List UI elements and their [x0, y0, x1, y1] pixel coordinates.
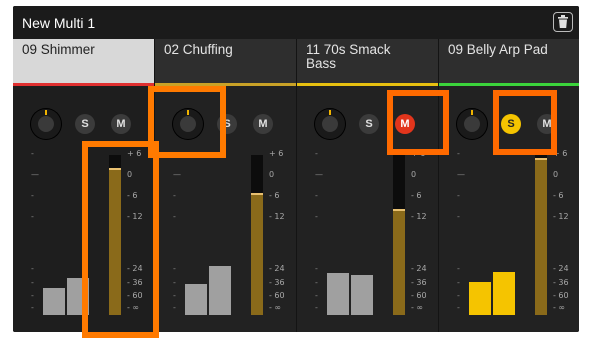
meter-scale-label: - 60 [269, 291, 285, 300]
meter-tick: - [31, 303, 34, 312]
meter-scale-label: 0 [411, 170, 417, 179]
level-meter-peak [535, 158, 547, 160]
meter-tick: - [457, 191, 460, 200]
meter-tick: - [315, 149, 318, 158]
meter-tick: - [173, 291, 176, 300]
mute-button[interactable]: M [111, 114, 131, 134]
meter-tick: — [315, 170, 323, 179]
highlight-solo-box [493, 90, 557, 155]
solo-button[interactable]: S [75, 114, 95, 134]
highlight-knob-box [148, 86, 226, 158]
meter-tick: - [457, 264, 460, 273]
title-bar: New Multi 1 [13, 6, 579, 39]
mute-button[interactable]: M [253, 114, 273, 134]
meter-scale-label: - 24 [269, 264, 285, 273]
tab-channel[interactable]: 09 Belly Arp Pad [439, 39, 579, 83]
channel-strip: 02 Chuffing S M - — - - - - - - + 60- 6- 12- 24- 36… [155, 39, 296, 332]
highlight-meter-box [82, 141, 159, 338]
meter-tick: - [315, 303, 318, 312]
meter-tick: - [457, 278, 460, 287]
meter-scale-label: - 36 [553, 278, 569, 287]
meter-tick: - [31, 212, 34, 221]
meter-tick: - [173, 264, 176, 273]
meter-tick: - [173, 303, 176, 312]
level-bar [209, 266, 231, 315]
meter-scale-label: - 12 [553, 212, 569, 221]
channel-strip: 11 70s Smack Bass S M - — - - - - - - + 60- 6- 12- 2… [297, 39, 438, 332]
tab-channel[interactable]: 09 Shimmer [13, 39, 154, 83]
meter-tick: - [173, 212, 176, 221]
meter-tick: - [31, 278, 34, 287]
channel-color-line [297, 83, 438, 86]
meter-scale-label: - 6 [411, 191, 422, 200]
meter-scale-label: - 6 [269, 191, 280, 200]
channel-name-line2: Bass [306, 56, 337, 71]
knob-indicator [471, 110, 473, 115]
trash-icon[interactable] [553, 12, 573, 32]
multi-title: New Multi 1 [22, 15, 96, 31]
meter-scale-label: - ∞ [269, 303, 282, 312]
level-bar [43, 288, 65, 315]
level-meter-fill [251, 193, 263, 315]
meter-scale-label: - 60 [553, 291, 569, 300]
meter-scale-label: - 24 [553, 264, 569, 273]
meter-tick: - [173, 278, 176, 287]
meter-tick: - [173, 191, 176, 200]
level-meter-peak [393, 209, 405, 211]
meter-tick: — [31, 170, 39, 179]
knob-indicator [329, 110, 331, 115]
meter-tick: - [31, 264, 34, 273]
meter-tick: - [315, 264, 318, 273]
meter-scale-label: - 36 [411, 278, 427, 287]
meter-tick: - [315, 278, 318, 287]
meter-tick: - [457, 303, 460, 312]
meter-scale-label: 0 [553, 170, 559, 179]
channel-name: 02 Chuffing [164, 42, 233, 57]
level-bar [327, 273, 349, 315]
meter-scale-label: - 12 [269, 212, 285, 221]
meter-tick: - [315, 291, 318, 300]
channel-name: 11 70s Smack [306, 42, 391, 57]
meter-scale-label: - 36 [269, 278, 285, 287]
level-meter-fill [393, 209, 405, 315]
meter-scale-label: - 12 [411, 212, 427, 221]
level-bar [351, 275, 373, 315]
tab-channel[interactable]: 02 Chuffing [155, 39, 296, 83]
level-bar [185, 284, 207, 315]
highlight-mute-box [387, 90, 449, 155]
meter-scale-label: 0 [269, 170, 275, 179]
level-bar [469, 282, 491, 315]
meter-scale-label: + 6 [269, 149, 284, 158]
meter-tick: - [31, 291, 34, 300]
channel-name: 09 Belly Arp Pad [448, 42, 548, 57]
meter-tick: - [315, 212, 318, 221]
knob-indicator [45, 110, 47, 115]
meter-tick: - [315, 191, 318, 200]
meter-scale-label: - ∞ [553, 303, 566, 312]
channel-strip: 09 Belly Arp Pad S M - — - - - - - - + 60- 6- 12- 2… [439, 39, 579, 332]
channel-color-line [439, 83, 579, 86]
channel-name: 09 Shimmer [22, 42, 95, 57]
meter-tick: — [457, 170, 465, 179]
meter-tick: - [31, 191, 34, 200]
solo-button[interactable]: S [359, 114, 379, 134]
tab-channel[interactable]: 11 70s Smack Bass [297, 39, 438, 83]
meter-scale-label: - 60 [411, 291, 427, 300]
meter-tick: - [457, 291, 460, 300]
meter-tick: - [31, 149, 34, 158]
level-meter-peak [251, 193, 263, 195]
meter-tick: - [457, 212, 460, 221]
meter-scale-label: - 6 [553, 191, 564, 200]
meter-scale-label: - 24 [411, 264, 427, 273]
channel-color-line [13, 83, 154, 86]
level-bar [493, 272, 515, 315]
level-meter-fill [535, 158, 547, 315]
meter-tick: - [457, 149, 460, 158]
meter-tick: — [173, 170, 181, 179]
meter-scale-label: - ∞ [411, 303, 424, 312]
